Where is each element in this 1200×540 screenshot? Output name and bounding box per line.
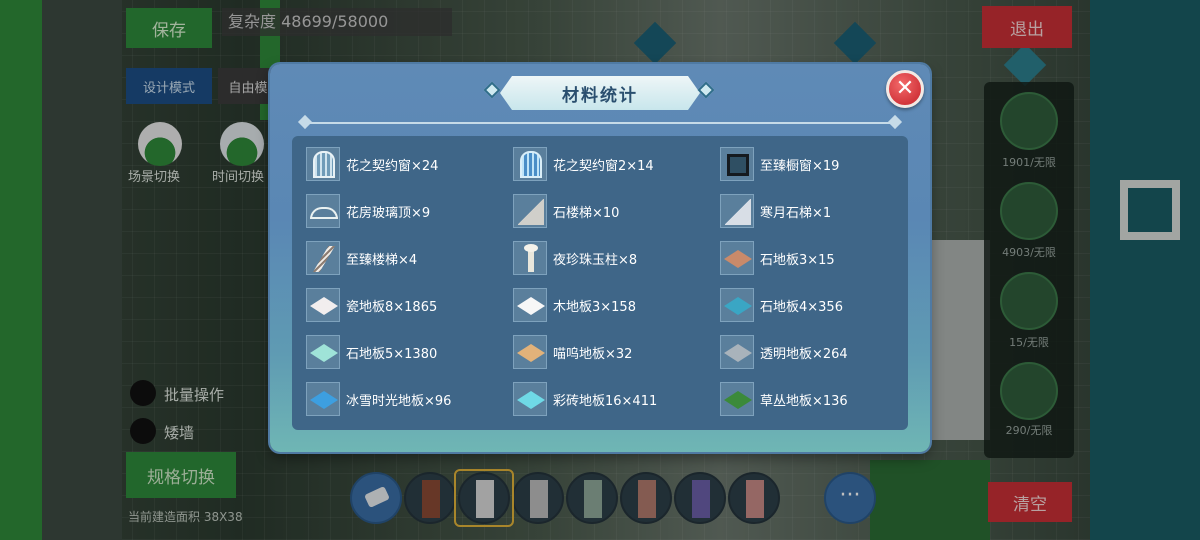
material-item: 石地板5×1380 bbox=[306, 334, 437, 370]
material-item: 至臻楼梯×4 bbox=[306, 240, 417, 276]
floor-tile-icon bbox=[513, 335, 547, 369]
material-label: 夜珍珠玉柱×8 bbox=[553, 252, 638, 268]
material-item: 瓷地板8×1865 bbox=[306, 287, 437, 323]
floor-tile-icon bbox=[513, 288, 547, 322]
material-item: 夜珍珠玉柱×8 bbox=[513, 240, 637, 276]
material-label: 石楼梯×10 bbox=[553, 205, 620, 221]
window-white-icon bbox=[306, 147, 340, 181]
material-item: 草丛地板×136 bbox=[720, 381, 848, 417]
material-item: 石地板4×356 bbox=[720, 287, 843, 323]
window-dark-icon bbox=[720, 147, 754, 181]
window-blue-icon bbox=[513, 147, 547, 181]
material-item: 寒月石梯×1 bbox=[720, 193, 831, 229]
material-item: 彩砖地板16×411 bbox=[513, 381, 657, 417]
material-item: 冰雪时光地板×96 bbox=[306, 381, 451, 417]
material-label: 彩砖地板16×411 bbox=[553, 393, 658, 409]
material-item: 木地板3×158 bbox=[513, 287, 636, 323]
floor-tile-icon bbox=[720, 382, 754, 416]
floor-tile-icon bbox=[720, 288, 754, 322]
floor-tile-icon bbox=[720, 241, 754, 275]
dialog-title: 材料统计 bbox=[562, 85, 638, 106]
material-item: 石楼梯×10 bbox=[513, 193, 619, 229]
material-item: 透明地板×264 bbox=[720, 334, 848, 370]
floor-tile-icon bbox=[306, 288, 340, 322]
material-label: 石地板5×1380 bbox=[346, 346, 438, 362]
floor-tile-icon bbox=[306, 335, 340, 369]
material-label: 花房玻璃顶×9 bbox=[346, 205, 431, 221]
divider-end bbox=[887, 114, 903, 130]
material-label: 至臻橱窗×19 bbox=[760, 158, 840, 174]
material-item: 至臻橱窗×19 bbox=[720, 146, 839, 182]
material-label: 喵呜地板×32 bbox=[553, 346, 633, 362]
material-label: 冰雪时光地板×96 bbox=[346, 393, 452, 409]
material-label: 花之契约窗2×14 bbox=[553, 158, 654, 174]
floor-tile-icon bbox=[513, 382, 547, 416]
material-item: 花之契约窗2×14 bbox=[513, 146, 654, 182]
material-item: 花之契约窗×24 bbox=[306, 146, 438, 182]
material-label: 石地板3×15 bbox=[760, 252, 835, 268]
divider bbox=[304, 122, 896, 124]
title-ornament-right bbox=[694, 78, 720, 104]
moon-stairs-icon bbox=[720, 194, 754, 228]
material-label: 草丛地板×136 bbox=[760, 393, 848, 409]
floor-tile-icon bbox=[306, 382, 340, 416]
material-label: 至臻楼梯×4 bbox=[346, 252, 418, 268]
material-item: 石地板3×15 bbox=[720, 240, 835, 276]
material-stats-dialog: 材料统计 ✕ 花之契约窗×24 花之契约窗2×14 至臻橱窗×19 花房玻璃顶×9 石楼… bbox=[270, 64, 930, 452]
stone-stairs-icon bbox=[513, 194, 547, 228]
material-label: 花之契约窗×24 bbox=[346, 158, 439, 174]
material-label: 瓷地板8×1865 bbox=[346, 299, 438, 315]
material-label: 木地板3×158 bbox=[553, 299, 636, 315]
glass-roof-icon bbox=[306, 194, 340, 228]
premium-stairs-icon bbox=[306, 241, 340, 275]
material-item: 花房玻璃顶×9 bbox=[306, 193, 430, 229]
material-label: 寒月石梯×1 bbox=[760, 205, 832, 221]
close-button[interactable]: ✕ bbox=[886, 70, 924, 108]
material-label: 透明地板×264 bbox=[760, 346, 848, 362]
floor-tile-icon bbox=[720, 335, 754, 369]
material-grid: 花之契约窗×24 花之契约窗2×14 至臻橱窗×19 花房玻璃顶×9 石楼梯×10 寒月石… bbox=[292, 136, 908, 430]
dialog-title-bar: 材料统计 bbox=[500, 76, 700, 110]
material-label: 石地板4×356 bbox=[760, 299, 843, 315]
material-item: 喵呜地板×32 bbox=[513, 334, 632, 370]
pearl-pillar-icon bbox=[513, 241, 547, 275]
